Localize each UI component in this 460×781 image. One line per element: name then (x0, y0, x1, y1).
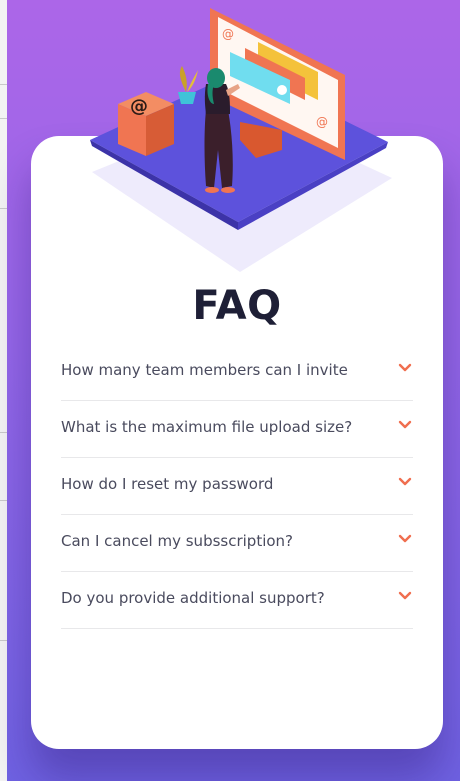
edge-tick (0, 432, 7, 433)
chevron-down-icon[interactable] (397, 531, 413, 547)
chevron-down-icon[interactable] (397, 588, 413, 604)
chevron-down-icon[interactable] (397, 360, 413, 376)
faq-item[interactable]: What is the maximum file upload size? (61, 401, 413, 458)
faq-question[interactable]: What is the maximum file upload size? (61, 418, 352, 436)
faq-question[interactable]: Do you provide additional support? (61, 589, 325, 607)
edge-tick (0, 118, 7, 119)
at-symbol-icon: @ (222, 27, 234, 41)
edge-tick (0, 84, 7, 85)
at-symbol-icon: @ (316, 115, 328, 129)
faq-item[interactable]: How do I reset my password (61, 458, 413, 515)
at-symbol-icon: @ (130, 96, 148, 117)
page-title: FAQ (192, 283, 282, 329)
faq-item[interactable]: Can I cancel my subsscription? (61, 515, 413, 572)
faq-question[interactable]: How do I reset my password (61, 475, 273, 493)
edge-tick (0, 640, 7, 641)
plant-pot (178, 92, 196, 104)
faq-item[interactable]: Do you provide additional support? (61, 572, 413, 629)
person-shoe (221, 187, 235, 193)
faq-question[interactable]: Can I cancel my subsscription? (61, 532, 293, 550)
edge-tick (0, 500, 7, 501)
person-shoe (205, 187, 219, 193)
chevron-down-icon[interactable] (397, 474, 413, 490)
hero-illustration: @ @ @ (90, 8, 392, 272)
faq-list: How many team members can I invite What … (61, 344, 413, 629)
chevron-down-icon[interactable] (397, 417, 413, 433)
edge-tick (0, 208, 7, 209)
plant-leaf (187, 70, 198, 92)
plant-leaf (179, 66, 187, 92)
faq-item[interactable]: How many team members can I invite (61, 344, 413, 401)
chat-dot (277, 85, 287, 95)
faq-question[interactable]: How many team members can I invite (61, 361, 348, 379)
